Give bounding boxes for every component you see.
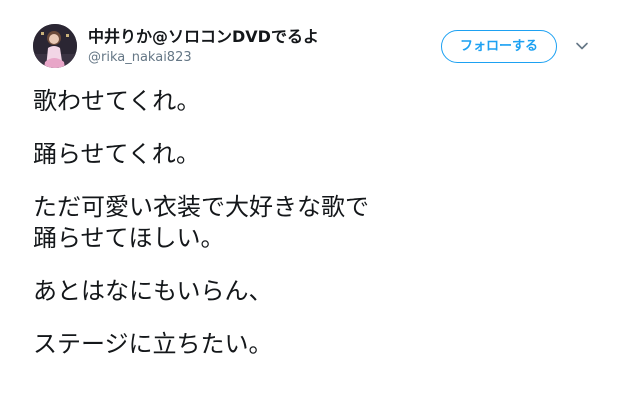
- user-info: 中井りか@ソロコンDVDでるよ @rika_nakai823: [88, 27, 319, 67]
- tweet-paragraph: ステージに立ちたい。: [33, 329, 593, 360]
- follow-button[interactable]: フォローする: [441, 30, 557, 63]
- tweet-card: 中井りか@ソロコンDVDでるよ @rika_nakai823 フォローする 歌わ…: [0, 0, 626, 413]
- tweet-paragraph: ただ可愛い衣装で大好きな歌で 踊らせてほしい。: [33, 192, 593, 254]
- avatar[interactable]: [33, 24, 77, 68]
- tweet-line: ステージに立ちたい。: [33, 330, 273, 358]
- tweet-line: 踊らせてほしい。: [33, 224, 225, 252]
- profile-photo-icon: [33, 24, 77, 68]
- tweet-line: 歌わせてくれ。: [33, 87, 201, 115]
- chevron-down-icon[interactable]: [574, 38, 590, 54]
- screen-name[interactable]: @rika_nakai823: [88, 49, 319, 67]
- tweet-line: 踊らせてくれ。: [33, 140, 201, 168]
- tweet-line: あとはなにもいらん、: [33, 277, 273, 305]
- tweet-line: ただ可愛い衣装で大好きな歌で: [33, 193, 369, 221]
- tweet-paragraph: あとはなにもいらん、: [33, 276, 593, 307]
- display-name[interactable]: 中井りか@ソロコンDVDでるよ: [88, 27, 319, 47]
- tweet-paragraph: 踊らせてくれ。: [33, 139, 593, 170]
- tweet-text: 歌わせてくれ。 踊らせてくれ。 ただ可愛い衣装で大好きな歌で 踊らせてほしい。 …: [33, 86, 593, 382]
- tweet-paragraph: 歌わせてくれ。: [33, 86, 593, 117]
